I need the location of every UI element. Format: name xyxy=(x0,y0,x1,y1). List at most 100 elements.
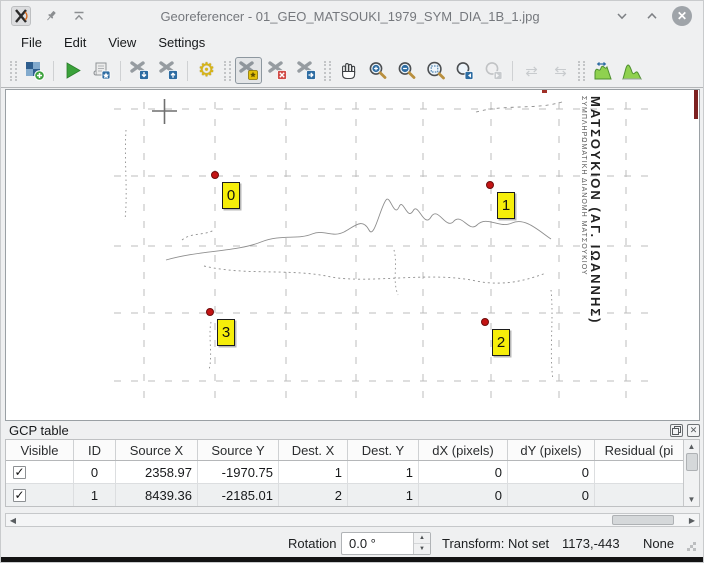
toolbar-separator xyxy=(120,61,121,81)
toolbar-grip[interactable] xyxy=(324,61,331,81)
table-vertical-scrollbar[interactable]: ▲ ▼ xyxy=(683,440,699,506)
toolbar-separator xyxy=(53,61,54,81)
spin-up-icon[interactable]: ▲ xyxy=(414,533,430,544)
rotation-spinbox[interactable]: 0.0 ° ▲ ▼ xyxy=(341,532,431,555)
gcp-point-2[interactable] xyxy=(481,318,489,326)
scroll-down-icon[interactable]: ▼ xyxy=(688,493,696,506)
visible-checkbox[interactable]: ✓ xyxy=(13,489,26,502)
map-subtitle: ΣΥΜΠΛΗΡΩΜΑΤΙΚΗ ΔΙΑΝΟΜΗ ΜΑΤΣΟΥΚΙΟΥ xyxy=(580,96,587,401)
cell-residual-pi[interactable] xyxy=(595,484,684,507)
column-header-dest-y[interactable]: Dest. Y xyxy=(348,440,419,460)
gcp-table-header: VisibleIDSource XSource YDest. XDest. Yd… xyxy=(6,440,699,461)
column-header-source-y[interactable]: Source Y xyxy=(198,440,279,460)
map-canvas[interactable]: ΜΑΤΣΟΥΚΙΟΝ (ΑΓ. ΙΩΑΝΝΗΣ) ΣΥΜΠΛΗΡΩΜΑΤΙΚΗ … xyxy=(5,89,700,421)
column-header-dest-x[interactable]: Dest. X xyxy=(279,440,348,460)
toolbar-grip[interactable] xyxy=(578,61,585,81)
scroll-right-icon[interactable]: ▶ xyxy=(685,516,699,525)
shade-button[interactable] xyxy=(69,6,89,26)
full-histogram-stretch-button[interactable] xyxy=(618,57,645,84)
panel-close-button[interactable]: ✕ xyxy=(687,424,700,437)
load-gcp-points-button[interactable] xyxy=(126,57,153,84)
visible-cell[interactable]: ✓ xyxy=(6,484,74,507)
open-raster-button[interactable] xyxy=(21,57,48,84)
move-gcp-point-button[interactable] xyxy=(293,57,320,84)
menu-file[interactable]: File xyxy=(13,33,50,52)
minimize-button[interactable] xyxy=(611,5,633,27)
play-icon xyxy=(62,60,83,81)
column-header-id[interactable]: ID xyxy=(74,440,116,460)
spin-down-icon[interactable]: ▼ xyxy=(414,544,430,554)
generate-gdal-script-button[interactable] xyxy=(88,57,115,84)
cell-dy-pixels-[interactable]: 0 xyxy=(508,484,595,507)
link-georeferencer-to-qgis-button[interactable]: ⇄ xyxy=(518,57,545,84)
toolbar-grip[interactable] xyxy=(224,61,231,81)
cell-dx-pixels-[interactable]: 0 xyxy=(419,484,508,507)
hand-icon xyxy=(338,60,359,81)
close-button[interactable]: ✕ xyxy=(671,5,693,27)
cell-source-x[interactable]: 8439.36 xyxy=(116,484,198,507)
start-georeferencing-button[interactable] xyxy=(59,57,86,84)
local-histogram-stretch-button[interactable] xyxy=(589,57,616,84)
column-header-residual-pi[interactable]: Residual (pi xyxy=(595,440,684,460)
cell-dy-pixels-[interactable]: 0 xyxy=(508,461,595,484)
toolbar-grip[interactable] xyxy=(10,61,17,81)
zoom-last-button[interactable] xyxy=(451,57,478,84)
cell-dest-y[interactable]: 1 xyxy=(348,484,419,507)
gcp-table-row-0[interactable]: ✓02358.97-1970.751100 xyxy=(6,461,699,484)
gcp-table-row-1[interactable]: ✓18439.36-2185.012100 xyxy=(6,484,699,507)
column-header-source-x[interactable]: Source X xyxy=(116,440,198,460)
menu-edit[interactable]: Edit xyxy=(56,33,94,52)
scrollbar-thumb[interactable] xyxy=(686,453,698,471)
toolbar-separator xyxy=(512,61,513,81)
panel-float-button[interactable] xyxy=(670,424,683,437)
gcp-point-3[interactable] xyxy=(206,308,214,316)
link-qgis-to-georeferencer-button[interactable]: ⇆ xyxy=(547,57,574,84)
transformation-settings-button[interactable]: ⚙ xyxy=(193,57,220,84)
cell-dx-pixels-[interactable]: 0 xyxy=(419,461,508,484)
transform-status: Transform: Not set xyxy=(442,536,549,551)
gcp-table: VisibleIDSource XSource YDest. XDest. Yd… xyxy=(5,439,700,507)
visible-checkbox[interactable]: ✓ xyxy=(13,466,26,479)
save-gcp-points-button[interactable] xyxy=(155,57,182,84)
gcp-point-1[interactable] xyxy=(486,181,494,189)
cell-dest-x[interactable]: 2 xyxy=(279,484,348,507)
scroll-left-icon[interactable]: ◀ xyxy=(6,516,20,525)
column-header-dx-pixels-[interactable]: dX (pixels) xyxy=(419,440,508,460)
cell-dest-y[interactable]: 1 xyxy=(348,461,419,484)
menubar: File Edit View Settings xyxy=(1,31,703,54)
gcp-point-0[interactable] xyxy=(211,171,219,179)
zoom-next-button[interactable] xyxy=(480,57,507,84)
window-resize-grip[interactable] xyxy=(693,542,696,545)
add-point-button[interactable] xyxy=(235,57,262,84)
load-gcp-icon xyxy=(129,60,150,81)
column-header-dy-pixels-[interactable]: dY (pixels) xyxy=(508,440,595,460)
cell-source-y[interactable]: -2185.01 xyxy=(198,484,279,507)
scrollbar-thumb[interactable] xyxy=(612,515,674,525)
cell-id[interactable]: 0 xyxy=(74,461,116,484)
pan-button[interactable] xyxy=(335,57,362,84)
zoom-to-layer-button[interactable] xyxy=(422,57,449,84)
column-header-visible[interactable]: Visible xyxy=(6,440,74,460)
zoom-in-button[interactable] xyxy=(364,57,391,84)
menu-settings[interactable]: Settings xyxy=(150,33,213,52)
rotation-value[interactable]: 0.0 ° xyxy=(342,533,413,554)
cell-source-y[interactable]: -1970.75 xyxy=(198,461,279,484)
delete-point-button[interactable] xyxy=(264,57,291,84)
zoom-out-button[interactable] xyxy=(393,57,420,84)
histogram-local-icon xyxy=(592,60,614,82)
cell-source-x[interactable]: 2358.97 xyxy=(116,461,198,484)
maximize-button[interactable] xyxy=(641,5,663,27)
visible-cell[interactable]: ✓ xyxy=(6,461,74,484)
menu-view[interactable]: View xyxy=(100,33,144,52)
statusbar: Rotation 0.0 ° ▲ ▼ Transform: Not set 11… xyxy=(1,528,703,557)
cell-dest-x[interactable]: 1 xyxy=(279,461,348,484)
pin-button[interactable] xyxy=(41,6,61,26)
scroll-up-icon[interactable]: ▲ xyxy=(688,440,696,453)
cell-id[interactable]: 1 xyxy=(74,484,116,507)
scrollbar-track[interactable] xyxy=(20,514,685,526)
cell-residual-pi[interactable] xyxy=(595,461,684,484)
gcp-label-0: 0 xyxy=(222,182,240,209)
pin-icon xyxy=(44,9,58,23)
scan-edge-stripe xyxy=(694,90,698,119)
table-horizontal-scrollbar[interactable]: ◀ ▶ xyxy=(5,513,700,527)
